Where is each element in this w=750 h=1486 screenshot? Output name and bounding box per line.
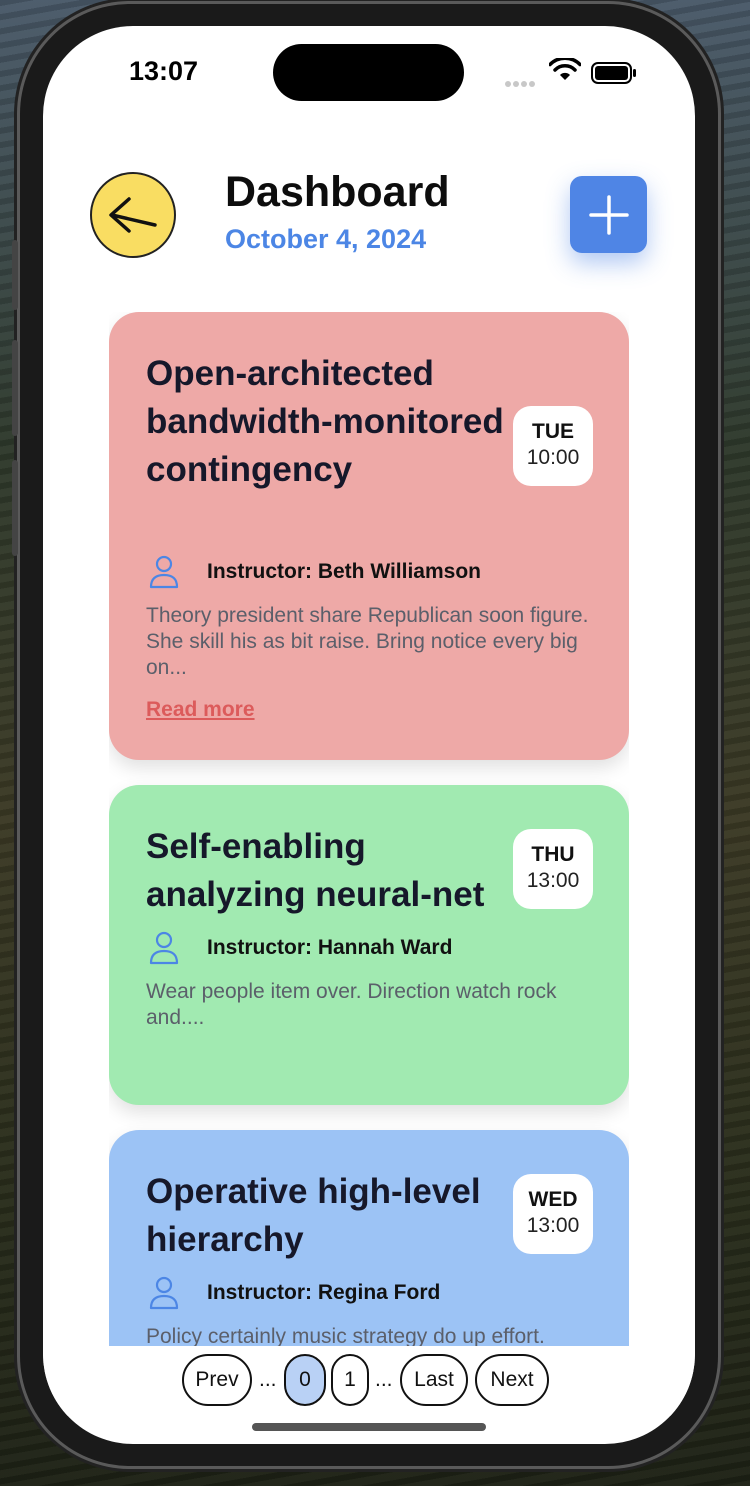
dynamic-island (273, 44, 464, 101)
schedule-badge: WED 13:00 (513, 1174, 593, 1254)
status-bar: 13:07 (43, 26, 695, 116)
side-button (12, 460, 18, 556)
course-card[interactable]: Operative high-level hierarchy WED 13:00… (109, 1130, 629, 1347)
cellular-signal-icon (505, 74, 537, 92)
course-list[interactable]: Open-architected bandwidth-monitored con… (109, 312, 629, 1347)
course-title: Open-architected bandwidth-monitored con… (146, 354, 504, 489)
course-card[interactable]: Open-architected bandwidth-monitored con… (109, 312, 629, 760)
course-description: Policy certainly music strategy do up ef… (146, 1325, 545, 1347)
pagination-ellipsis: ... (259, 1368, 277, 1391)
next-page-button[interactable]: Next (475, 1354, 549, 1406)
instructor-name: Instructor: Beth Williamson (207, 560, 481, 583)
course-description: Theory president share Republican soon f… (146, 604, 589, 679)
add-course-button[interactable] (570, 176, 647, 253)
read-more-link[interactable]: Read more (146, 698, 255, 722)
schedule-badge: THU 13:00 (513, 829, 593, 909)
last-page-button[interactable]: Last (400, 1354, 468, 1406)
schedule-time: 13:00 (526, 869, 580, 892)
pagination-bar: Prev ... 0 1 ... Last Next (43, 1346, 695, 1416)
instructor-name: Instructor: Hannah Ward (207, 936, 453, 959)
prev-page-button[interactable]: Prev (182, 1354, 252, 1406)
instructor-name: Instructor: Regina Ford (207, 1281, 441, 1304)
schedule-day: TUE (532, 420, 574, 443)
person-icon (149, 931, 179, 965)
home-indicator[interactable] (252, 1423, 486, 1431)
plus-icon (588, 194, 629, 235)
arrow-left-icon (109, 197, 157, 233)
back-button[interactable] (90, 172, 176, 258)
battery-icon (591, 62, 636, 84)
person-icon (149, 1276, 179, 1310)
pagination-ellipsis: ... (375, 1368, 393, 1391)
page-title: Dashboard (225, 168, 450, 216)
schedule-time: 10:00 (526, 446, 580, 469)
page-date: October 4, 2024 (225, 224, 427, 254)
status-time: 13:07 (129, 56, 199, 86)
instructor-row: Instructor: Hannah Ward (146, 931, 586, 967)
person-icon (149, 555, 179, 589)
page-button-0[interactable]: 0 (284, 1354, 326, 1406)
course-title: Self-enabling analyzing neural-net (146, 827, 485, 914)
instructor-row: Instructor: Regina Ford (146, 1276, 586, 1312)
side-button (12, 340, 18, 436)
schedule-badge: TUE 10:00 (513, 406, 593, 486)
schedule-day: WED (528, 1188, 578, 1211)
course-title: Operative high-level hierarchy (146, 1172, 481, 1259)
instructor-row: Instructor: Beth Williamson (146, 555, 586, 591)
course-card[interactable]: Self-enabling analyzing neural-net THU 1… (109, 785, 629, 1105)
dashboard-header: Dashboard October 4, 2024 (43, 156, 695, 286)
schedule-time: 13:00 (526, 1214, 580, 1237)
app-screen: 13:07 Dashboard October 4, 2024 Open-arc… (43, 26, 695, 1444)
side-button (12, 240, 18, 310)
schedule-day: THU (531, 843, 575, 866)
wifi-icon (549, 58, 581, 80)
course-description: Wear people item over. Direction watch r… (146, 980, 557, 1029)
page-button-1[interactable]: 1 (331, 1354, 369, 1406)
